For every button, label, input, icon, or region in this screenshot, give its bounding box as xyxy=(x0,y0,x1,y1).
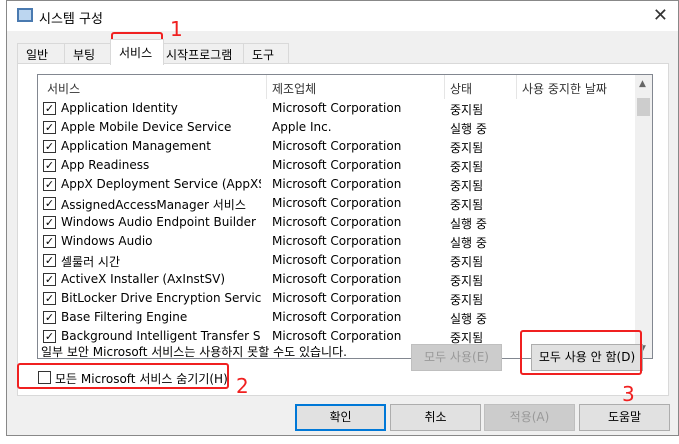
annotation-2: 2 xyxy=(236,374,249,398)
service-checkbox[interactable]: ✓ xyxy=(43,254,56,267)
service-manufacturer: Microsoft Corporation xyxy=(272,158,402,172)
tab-startup[interactable]: 시작프로그램 xyxy=(163,43,244,64)
col-manufacturer[interactable]: 제조업체 xyxy=(272,80,316,97)
help-button[interactable]: 도움말 xyxy=(579,404,670,431)
security-note: 일부 보안 Microsoft 서비스는 사용하지 못할 수도 있습니다. xyxy=(41,345,347,359)
scroll-thumb[interactable] xyxy=(637,98,650,116)
service-status: 중지됨 xyxy=(450,160,484,174)
service-status: 실행 중 xyxy=(450,312,487,326)
service-row[interactable]: ✓ AppX Deployment Service (AppXSV... Mic… xyxy=(38,175,634,194)
service-checkbox[interactable]: ✓ xyxy=(43,102,56,115)
services-list[interactable]: 서비스 제조업체 상태 사용 중지한 날짜 ✓ Application Iden… xyxy=(37,74,653,359)
service-row[interactable]: ✓ Apple Mobile Device Service Apple Inc.… xyxy=(38,118,634,137)
annotation-box-2 xyxy=(17,363,229,389)
service-manufacturer: Microsoft Corporation xyxy=(272,196,402,210)
scrollbar[interactable]: ▲ ▼ xyxy=(635,75,652,358)
service-name: AppX Deployment Service (AppXSV... xyxy=(61,177,261,191)
service-manufacturer: Microsoft Corporation xyxy=(272,234,402,248)
service-name: App Readiness xyxy=(61,158,150,172)
service-status: 실행 중 xyxy=(450,122,487,136)
service-manufacturer: Microsoft Corporation xyxy=(272,291,402,305)
service-row[interactable]: ✓ Windows Audio Endpoint Builder Microso… xyxy=(38,213,634,232)
col-disabled-date[interactable]: 사용 중지한 날짜 xyxy=(522,80,607,97)
service-status: 실행 중 xyxy=(450,217,487,231)
ok-button[interactable]: 확인 xyxy=(295,404,386,431)
service-row[interactable]: ✓ Application Identity Microsoft Corpora… xyxy=(38,99,634,118)
col-service[interactable]: 서비스 xyxy=(47,80,80,97)
service-name: Apple Mobile Device Service xyxy=(61,120,232,134)
annotation-3: 3 xyxy=(622,382,635,406)
title-bar: 시스템 구성 ✕ xyxy=(7,1,678,31)
annotation-box-3 xyxy=(520,330,642,375)
service-name: Base Filtering Engine xyxy=(61,310,188,324)
service-name: Application Identity xyxy=(61,101,178,115)
service-name: Background Intelligent Transfer Se... xyxy=(61,329,261,343)
service-checkbox[interactable]: ✓ xyxy=(43,216,56,229)
service-manufacturer: Microsoft Corporation xyxy=(272,101,402,115)
apply-button[interactable]: 적용(A) xyxy=(484,404,575,431)
tab-services[interactable]: 서비스 xyxy=(110,39,164,65)
service-status: 중지됨 xyxy=(450,141,484,155)
enable-all-button[interactable]: 모두 사용(E) xyxy=(411,344,502,371)
col-status[interactable]: 상태 xyxy=(450,80,472,97)
service-name: Windows Audio Endpoint Builder xyxy=(61,215,256,229)
service-row[interactable]: ✓ App Readiness Microsoft Corporation 중지… xyxy=(38,156,634,175)
service-row[interactable]: ✓ BitLocker Drive Encryption Service Mic… xyxy=(38,289,634,308)
service-name: Application Management xyxy=(61,139,211,153)
service-status: 중지됨 xyxy=(450,293,484,307)
service-manufacturer: Microsoft Corporation xyxy=(272,272,402,286)
service-row[interactable]: ✓ Application Management Microsoft Corpo… xyxy=(38,137,634,156)
service-manufacturer: Microsoft Corporation xyxy=(272,329,402,343)
service-name: BitLocker Drive Encryption Service xyxy=(61,291,261,305)
service-checkbox[interactable]: ✓ xyxy=(43,121,56,134)
service-manufacturer: Microsoft Corporation xyxy=(272,139,402,153)
service-name: Windows Audio xyxy=(61,234,153,248)
list-header: 서비스 제조업체 상태 사용 중지한 날짜 xyxy=(38,75,634,99)
close-icon[interactable]: ✕ xyxy=(653,5,668,26)
tab-boot[interactable]: 부팅 xyxy=(64,43,111,64)
service-status: 중지됨 xyxy=(450,255,484,269)
service-row[interactable]: ✓ Windows Audio Microsoft Corporation 실행… xyxy=(38,232,634,251)
service-checkbox[interactable]: ✓ xyxy=(43,178,56,191)
service-status: 중지됨 xyxy=(450,179,484,193)
service-checkbox[interactable]: ✓ xyxy=(43,330,56,343)
service-name: AssignedAccessManager 서비스 xyxy=(61,198,246,212)
service-checkbox[interactable]: ✓ xyxy=(43,159,56,172)
service-checkbox[interactable]: ✓ xyxy=(43,197,56,210)
app-icon xyxy=(17,8,33,22)
annotation-1: 1 xyxy=(170,17,183,41)
service-manufacturer: Microsoft Corporation xyxy=(272,253,402,267)
service-row[interactable]: ✓ ActiveX Installer (AxInstSV) Microsoft… xyxy=(38,270,634,289)
service-name: ActiveX Installer (AxInstSV) xyxy=(61,272,226,286)
tab-tools[interactable]: 도구 xyxy=(243,43,289,64)
service-checkbox[interactable]: ✓ xyxy=(43,311,56,324)
service-checkbox[interactable]: ✓ xyxy=(43,273,56,286)
service-checkbox[interactable]: ✓ xyxy=(43,292,56,305)
window-title: 시스템 구성 xyxy=(39,12,103,27)
service-row[interactable]: ✓ 셀룰러 시간 Microsoft Corporation 중지됨 xyxy=(38,251,634,270)
service-manufacturer: Microsoft Corporation xyxy=(272,310,402,324)
cancel-button[interactable]: 취소 xyxy=(390,404,481,431)
service-checkbox[interactable]: ✓ xyxy=(43,140,56,153)
service-name: 셀룰러 시간 xyxy=(61,255,121,269)
service-row[interactable]: ✓ Base Filtering Engine Microsoft Corpor… xyxy=(38,308,634,327)
service-status: 중지됨 xyxy=(450,103,484,117)
service-row[interactable]: ✓ AssignedAccessManager 서비스 Microsoft Co… xyxy=(38,194,634,213)
service-manufacturer: Microsoft Corporation xyxy=(272,177,402,191)
service-status: 중지됨 xyxy=(450,274,484,288)
service-manufacturer: Apple Inc. xyxy=(272,120,332,134)
service-status: 실행 중 xyxy=(450,236,487,250)
service-manufacturer: Microsoft Corporation xyxy=(272,215,402,229)
service-checkbox[interactable]: ✓ xyxy=(43,235,56,248)
tab-general[interactable]: 일반 xyxy=(17,43,65,64)
scroll-up-icon[interactable]: ▲ xyxy=(639,79,646,89)
service-status: 중지됨 xyxy=(450,198,484,212)
